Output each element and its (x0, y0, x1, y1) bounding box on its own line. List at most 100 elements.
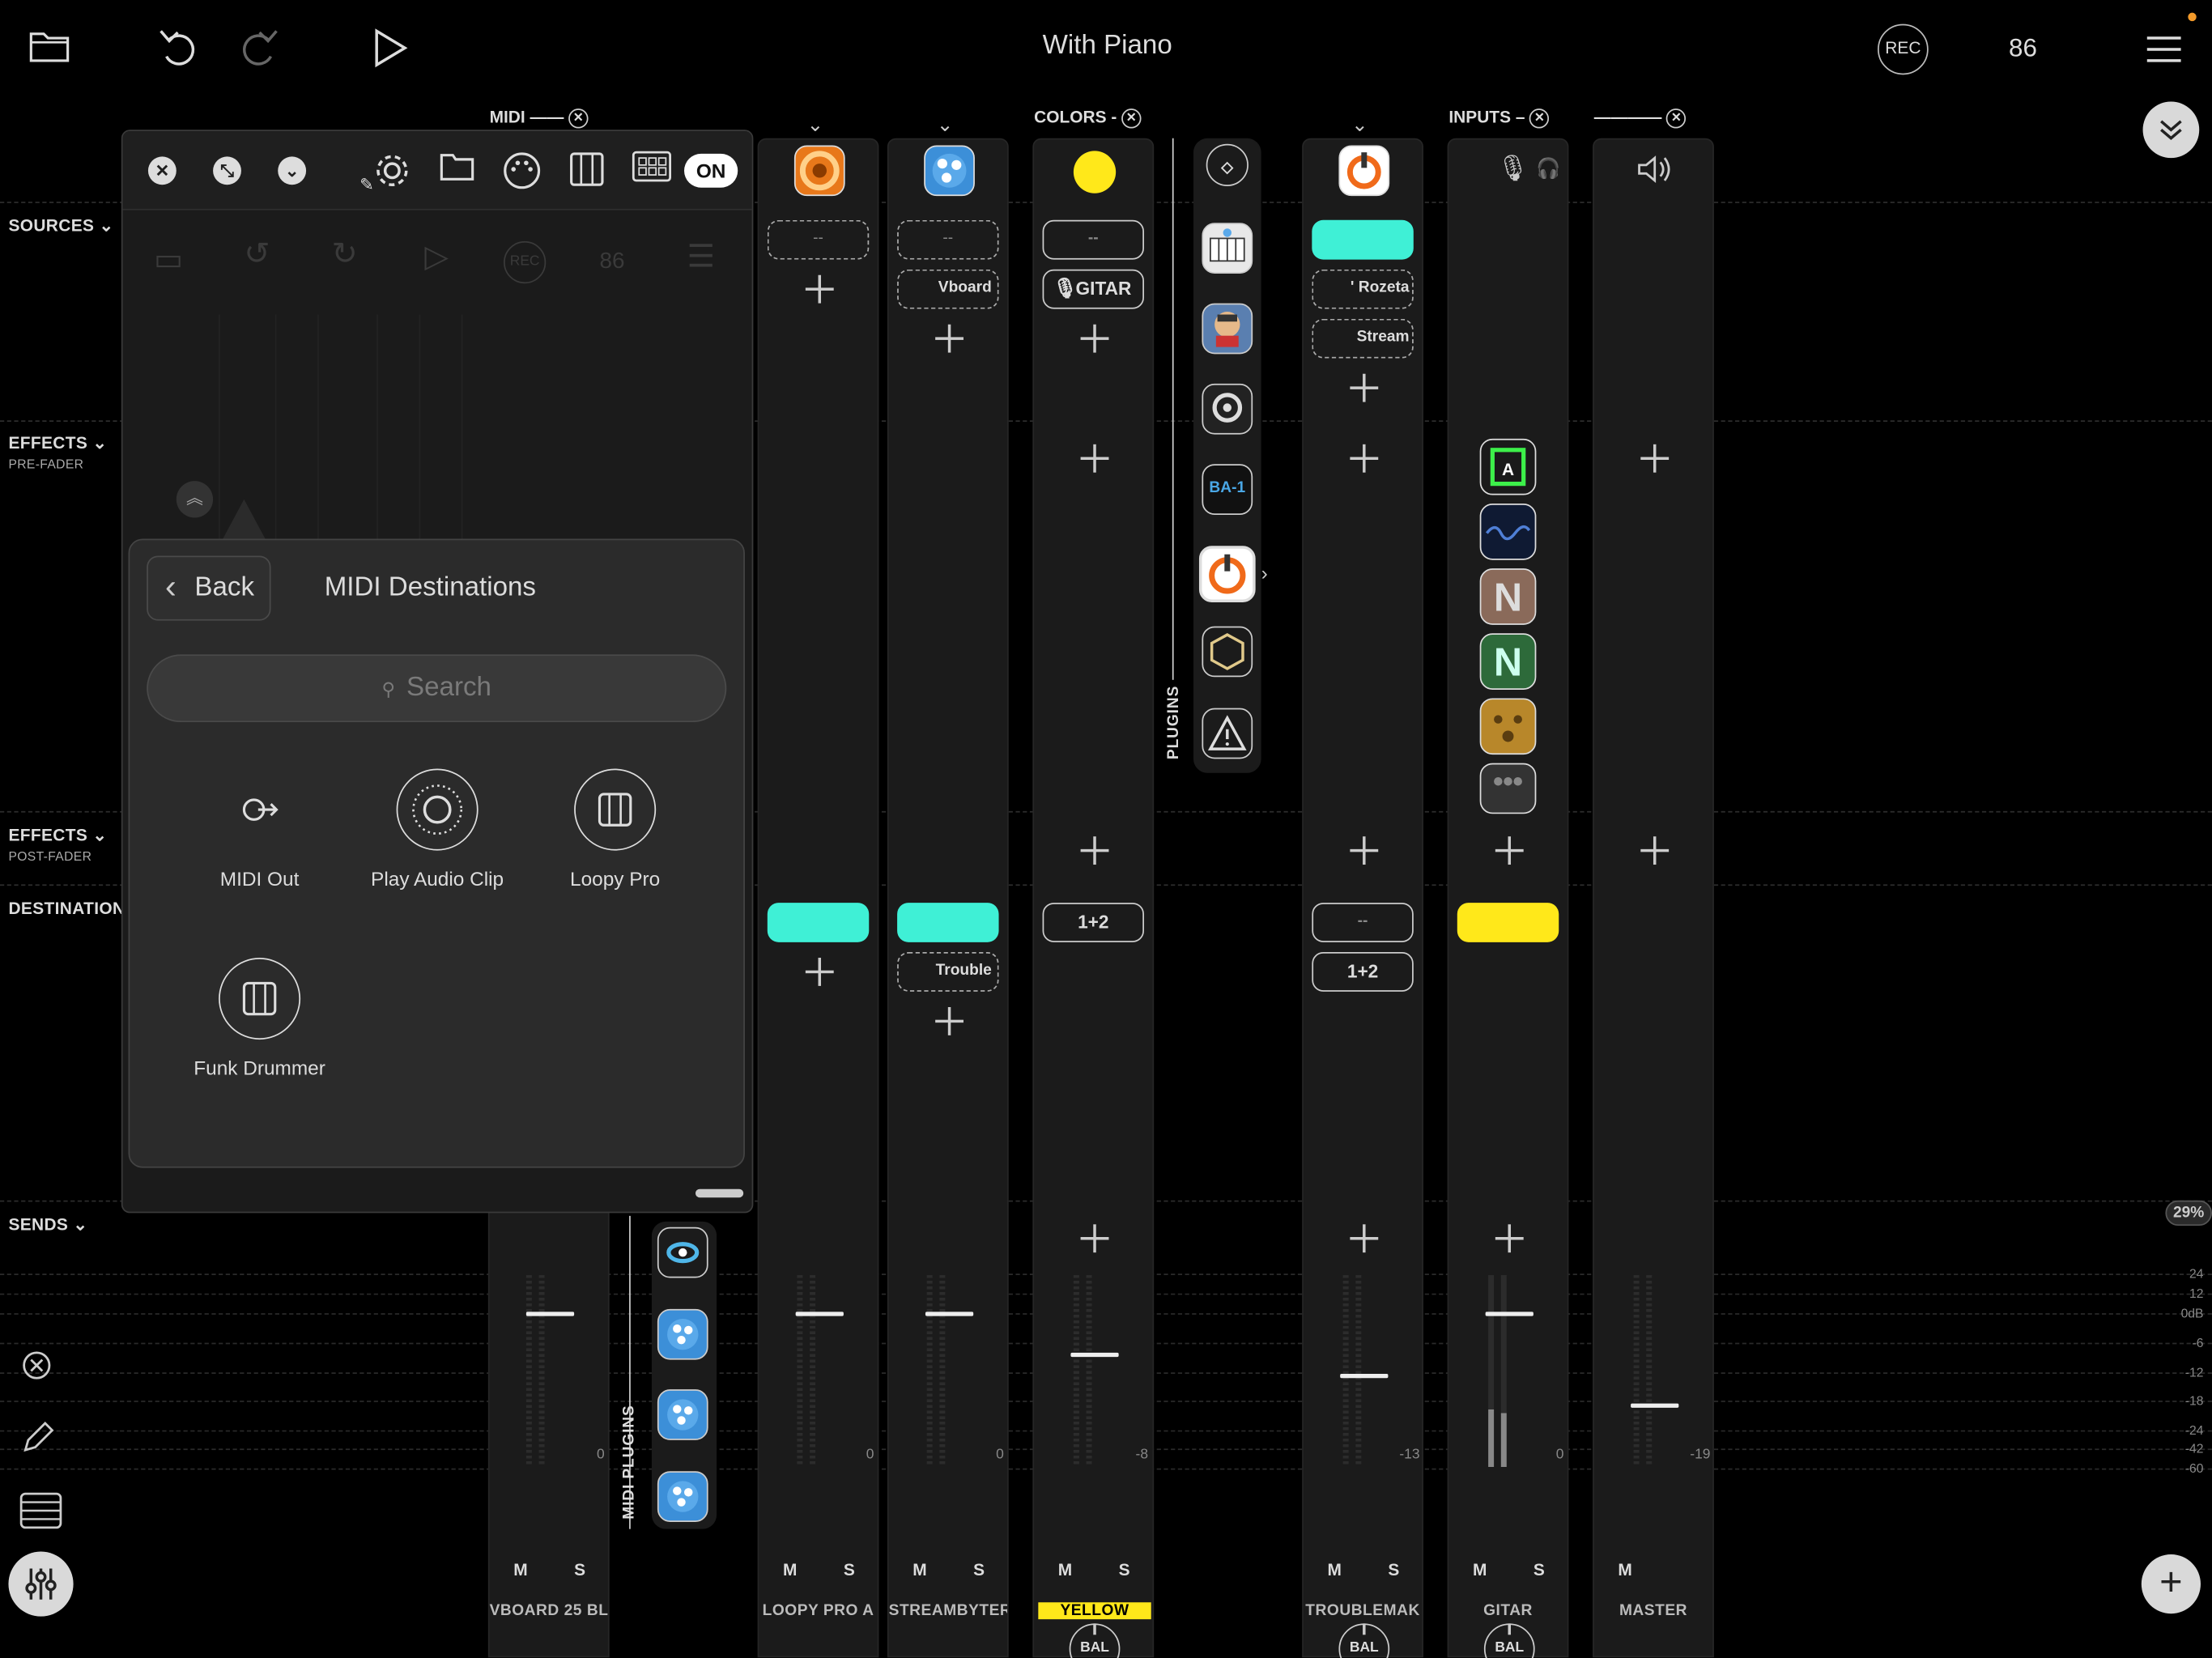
mute-button[interactable]: M (1058, 1560, 1072, 1579)
source-color-slot[interactable] (1312, 219, 1414, 260)
character-plugin-icon[interactable] (1202, 303, 1253, 355)
add-effect-icon[interactable] (1495, 836, 1524, 865)
pads-icon[interactable] (631, 151, 673, 193)
add-effect-icon[interactable] (1080, 836, 1109, 865)
close-circle-icon[interactable] (19, 1349, 53, 1391)
project-title[interactable]: With Piano (988, 31, 1227, 62)
volume-fader[interactable] (1340, 1374, 1389, 1379)
speaker-icon[interactable] (1636, 154, 1673, 192)
search-input[interactable]: ⚲ Search (147, 654, 727, 723)
add-destination-icon[interactable] (935, 1007, 963, 1035)
pencil-icon[interactable] (19, 1419, 56, 1465)
add-strip-button[interactable]: + (2141, 1554, 2201, 1614)
vintage-plugin-icon[interactable] (1202, 383, 1253, 435)
add-effect-icon[interactable] (1080, 444, 1109, 473)
section-effects-pre[interactable]: EFFECTS ⌄ PRE-FADER (8, 433, 107, 471)
collapse-icon[interactable]: ⌄ (278, 156, 307, 185)
solo-button[interactable]: S (574, 1560, 585, 1579)
menu-icon[interactable] (2146, 31, 2182, 73)
wave-plugin-icon[interactable] (1479, 504, 1537, 560)
midi-plugin-icon[interactable] (657, 1226, 708, 1278)
cpu-percent-badge[interactable]: 29% (2165, 1200, 2212, 1226)
streambyter-d-icon[interactable] (657, 1389, 708, 1440)
destination-color-slot[interactable] (767, 903, 870, 942)
folder-icon[interactable] (436, 151, 478, 193)
expand-icon[interactable]: ✕ (568, 108, 589, 129)
section-destinations[interactable]: DESTINATION (8, 899, 125, 918)
expand-icon[interactable]: ✕ (1666, 108, 1687, 129)
strip-name[interactable]: GITAR (1448, 1602, 1567, 1619)
chevron-down-icon[interactable]: ⌄ (807, 113, 823, 137)
destination-color-slot[interactable] (1457, 903, 1559, 942)
solo-button[interactable]: S (1534, 1560, 1545, 1579)
add-send-icon[interactable] (1080, 1224, 1109, 1253)
color-swatch[interactable] (1073, 151, 1117, 193)
volume-fader[interactable] (925, 1312, 974, 1316)
source-item[interactable]: Vboard (897, 269, 999, 309)
pedal-plugin-icon[interactable] (1479, 698, 1537, 755)
strip-streambyter[interactable]: -- Vboard Trouble 0 M S STREAMBYTER (887, 138, 1009, 1658)
streambyter-c-icon[interactable] (657, 1308, 708, 1360)
strip-loopy-pro[interactable]: -- 0 M S LOOPY PRO A (757, 138, 879, 1658)
destination-play-audio-clip[interactable]: Play Audio Clip (346, 768, 529, 890)
strip-gitar[interactable]: 🎙 🎧 A N N 0 BAL M S GITAR (1447, 138, 1569, 1658)
solo-button[interactable]: S (1119, 1560, 1130, 1579)
source-slot[interactable]: -- (897, 219, 999, 260)
midi-connector-icon[interactable]: ◇ (1206, 143, 1249, 186)
redo-icon[interactable] (240, 25, 279, 79)
resize-handle[interactable] (695, 1188, 744, 1198)
piano-keys-icon[interactable] (566, 151, 608, 193)
destination-slot[interactable]: -- (1312, 903, 1414, 942)
add-source-icon[interactable] (1080, 324, 1109, 353)
add-source-icon[interactable] (805, 274, 834, 304)
record-button[interactable]: REC (1878, 23, 1929, 75)
add-effect-icon[interactable] (1350, 444, 1379, 473)
headphones-icon[interactable]: 🎧 (1536, 156, 1560, 181)
add-source-icon[interactable] (935, 324, 963, 353)
add-source-icon[interactable] (1350, 373, 1379, 402)
destination-slot[interactable]: 1+2 (1042, 903, 1145, 942)
troublemaker-icon[interactable] (1338, 145, 1390, 197)
add-send-icon[interactable] (1350, 1224, 1379, 1253)
loopy-pro-icon[interactable] (793, 145, 845, 197)
minimize-icon[interactable]: ⤡ (213, 156, 241, 185)
destination-midi-out[interactable]: MIDI Out (168, 769, 351, 890)
volume-fader[interactable] (525, 1312, 575, 1316)
collapse-all-button[interactable] (2142, 101, 2200, 159)
source-item[interactable]: ' Rozeta (1312, 269, 1414, 309)
destination-loopy-pro[interactable]: Loopy Pro (523, 768, 706, 890)
midi-header[interactable]: MIDI —— ✕ (490, 107, 589, 129)
source-slot[interactable]: -- (1042, 219, 1145, 260)
gear-icon[interactable] (371, 151, 413, 193)
strip-name[interactable]: LOOPY PRO A (759, 1602, 877, 1619)
volume-fader[interactable] (1485, 1312, 1534, 1316)
mute-button[interactable]: M (912, 1560, 926, 1579)
section-effects-post[interactable]: EFFECTS ⌄ POST-FADER (8, 825, 107, 863)
master-header[interactable]: ———— ✕ (1594, 107, 1687, 129)
list-view-icon[interactable] (19, 1492, 62, 1537)
strip-master[interactable]: -19 M MASTER (1593, 138, 1714, 1658)
volume-fader[interactable] (1631, 1403, 1679, 1408)
volume-fader[interactable] (795, 1312, 844, 1316)
strip-name[interactable]: TROUBLEMAK (1304, 1602, 1422, 1619)
expand-icon[interactable]: ✕ (1529, 108, 1550, 129)
plugin-on-toggle[interactable]: ON (684, 153, 738, 188)
n-plugin-icon[interactable]: N (1479, 633, 1537, 690)
black-pedal-plugin-icon[interactable] (1479, 763, 1537, 814)
add-effect-icon[interactable] (1640, 444, 1670, 473)
close-icon[interactable]: ✕ (147, 156, 177, 185)
microphone-icon[interactable]: 🎙 (1497, 154, 1529, 184)
mute-button[interactable]: M (1328, 1560, 1342, 1579)
mute-button[interactable]: M (1473, 1560, 1487, 1579)
strip-name[interactable]: VBOARD 25 BL (490, 1602, 608, 1619)
source-item[interactable]: Stream (1312, 318, 1414, 359)
destination-funk-drummer[interactable]: Funk Drummer (168, 958, 351, 1079)
mute-button[interactable]: M (783, 1560, 797, 1579)
inputs-header[interactable]: INPUTS – ✕ (1448, 107, 1550, 129)
add-effect-icon[interactable] (1350, 836, 1379, 865)
strip-yellow[interactable]: -- 🎙 GITAR 1+2 -8 BAL M S YELLOW (1032, 138, 1155, 1658)
section-sends[interactable]: SENDS ⌄ (8, 1214, 87, 1234)
warning-plugin-icon[interactable] (1202, 708, 1253, 759)
solo-button[interactable]: S (973, 1560, 985, 1579)
add-destination-icon[interactable] (805, 958, 834, 986)
